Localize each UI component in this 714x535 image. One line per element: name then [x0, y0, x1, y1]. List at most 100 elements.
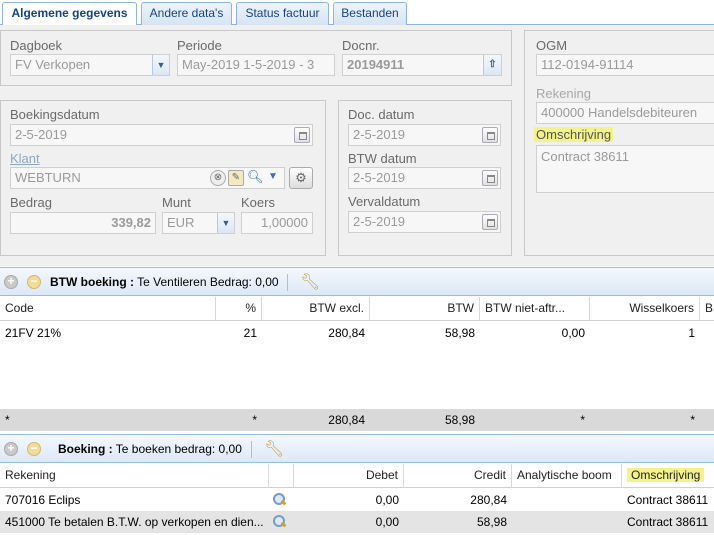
- ogm-value: 112-0194-91114: [541, 57, 634, 72]
- cell-btw-excl: 280,84: [328, 326, 365, 340]
- table-row[interactable]: 707016 Eclips 0,00 280,84 Contract 38611: [0, 489, 714, 511]
- summary-code: *: [5, 413, 10, 427]
- cell-credit: 58,98: [476, 515, 507, 529]
- btw-datum-field[interactable]: 2-5-2019: [348, 167, 501, 189]
- bedrag-field[interactable]: 339,82: [10, 212, 156, 234]
- tab-algemene-gegevens[interactable]: Algemene gegevens: [2, 2, 137, 26]
- cell-analytische-boom: [512, 489, 622, 511]
- vervaldatum-label: Vervaldatum: [348, 194, 421, 209]
- periode-value: May-2019 1-5-2019 - 3: [182, 57, 315, 72]
- edit-icon[interactable]: ✎: [228, 170, 244, 186]
- periode-label: Periode: [177, 38, 222, 53]
- btw-panel-header: + − BTW boeking : Te Ventileren Bedrag: …: [0, 267, 714, 296]
- toolbar-separator: [251, 441, 252, 458]
- dagboek-label: Dagboek: [10, 38, 63, 53]
- boeking-panel-header: + − Boeking : Te boeken bedrag: 0,00 🔧︎: [0, 434, 714, 463]
- cell-rekening: 451000 Te betalen B.T.W. op verkopen en …: [5, 515, 264, 529]
- column-header-wisselkoers[interactable]: Wisselkoers: [590, 297, 700, 321]
- search-icon[interactable]: [272, 492, 286, 506]
- column-header-code[interactable]: Code: [0, 297, 216, 321]
- cell-credit: 280,84: [470, 493, 507, 507]
- plus-icon[interactable]: +: [4, 275, 18, 289]
- cell-rekening: 707016 Eclips: [5, 493, 81, 507]
- summary-percent: *: [252, 413, 257, 427]
- periode-select[interactable]: May-2019 1-5-2019 - 3: [177, 54, 335, 76]
- summary-btw-niet-aftr: *: [580, 413, 585, 427]
- column-header-debet[interactable]: Debet: [294, 464, 404, 488]
- toolbar-separator: [287, 274, 288, 291]
- omschrijving-textarea[interactable]: Contract 38611: [536, 145, 714, 193]
- ogm-label: OGM: [536, 38, 568, 53]
- boekingsdatum-value: 2-5-2019: [15, 127, 68, 142]
- dagboek-select[interactable]: FV Verkopen ▼: [10, 54, 170, 76]
- koers-label: Koers: [241, 195, 275, 210]
- column-header-rekening[interactable]: Rekening: [0, 464, 269, 488]
- rekening-label: Rekening: [536, 86, 591, 101]
- tab-bestanden[interactable]: Bestanden: [333, 2, 407, 25]
- clear-icon[interactable]: ⊗: [210, 170, 226, 186]
- boekingsdatum-label: Boekingsdatum: [10, 107, 100, 122]
- column-header-percent[interactable]: %: [216, 297, 262, 321]
- chevron-down-icon[interactable]: ▼: [217, 213, 234, 233]
- wrench-icon[interactable]: 🔧︎: [264, 439, 284, 459]
- doc-datum-label: Doc. datum: [348, 107, 415, 122]
- plus-icon[interactable]: +: [4, 442, 18, 456]
- minus-icon[interactable]: −: [27, 442, 41, 456]
- calendar-icon[interactable]: [482, 127, 498, 143]
- wrench-icon[interactable]: 🔧︎: [300, 272, 320, 292]
- cell-code: 21FV 21%: [5, 326, 62, 340]
- column-header-omschrijving[interactable]: Omschrijving: [622, 464, 714, 488]
- munt-select[interactable]: EUR ▼: [162, 212, 235, 234]
- koers-value: 1,00000: [261, 215, 308, 230]
- cell-omschrijving: Contract 38611: [627, 493, 709, 507]
- vervaldatum-value: 2-5-2019: [353, 214, 406, 229]
- cell-btw-niet-aftr: 0,00: [561, 326, 585, 340]
- cell-omschrijving: Contract 38611: [627, 515, 709, 529]
- minus-icon[interactable]: −: [27, 275, 41, 289]
- btw-panel-title: BTW boeking : Te Ventileren Bedrag: 0,00: [50, 275, 279, 289]
- summary-row: * * 280,84 58,98 * *: [0, 409, 714, 431]
- docnr-field[interactable]: 20194911 ⇧: [342, 54, 502, 76]
- tab-andere-datas[interactable]: Andere data's: [141, 2, 232, 25]
- btw-datum-value: 2-5-2019: [353, 170, 406, 185]
- vervaldatum-field[interactable]: 2-5-2019: [348, 211, 501, 233]
- omschrijving-label: Omschrijving: [534, 127, 614, 142]
- column-header-btw-niet-aftr[interactable]: BTW niet-aftr...: [480, 297, 590, 321]
- calendar-icon[interactable]: [482, 214, 498, 230]
- cell-btw: 58,98: [444, 326, 475, 340]
- gear-icon[interactable]: ⚙: [289, 167, 313, 189]
- tab-status-factuur[interactable]: Status factuur: [236, 2, 329, 25]
- chevron-down-icon[interactable]: ▼: [265, 170, 281, 186]
- docnr-value: 20194911: [347, 57, 405, 72]
- table-row[interactable]: 451000 Te betalen B.T.W. op verkopen en …: [0, 511, 714, 533]
- klant-link[interactable]: Klant: [10, 151, 40, 166]
- column-header-btw[interactable]: BTW: [370, 297, 480, 321]
- calendar-icon[interactable]: [482, 170, 498, 186]
- column-header-analytische-boom[interactable]: Analytische boom: [512, 464, 622, 488]
- klant-value: WEBTURN: [15, 170, 81, 185]
- column-header-btw-excl[interactable]: BTW excl.: [262, 297, 370, 321]
- table-row[interactable]: 21FV 21% 21 280,84 58,98 0,00 1: [0, 322, 714, 344]
- rekening-field[interactable]: 400000 Handelsdebiteuren: [536, 102, 714, 124]
- koers-field[interactable]: 1,00000: [241, 212, 313, 234]
- bedrag-value: 339,82: [111, 215, 151, 230]
- boekingsdatum-field[interactable]: 2-5-2019: [10, 124, 313, 146]
- boeking-grid-header: Rekening Debet Credit Analytische boom O…: [0, 464, 714, 488]
- summary-wisselkoers: *: [690, 413, 695, 427]
- calendar-icon[interactable]: [294, 127, 310, 143]
- munt-label: Munt: [162, 195, 191, 210]
- column-header-lookup: [269, 464, 294, 488]
- search-icon[interactable]: [272, 514, 286, 528]
- search-icon[interactable]: 🔍︎: [247, 170, 264, 186]
- summary-btw: 58,98: [444, 413, 475, 427]
- column-header-credit[interactable]: Credit: [404, 464, 512, 488]
- tab-bar: Algemene gegevens Andere data's Status f…: [0, 0, 714, 26]
- upload-icon[interactable]: ⇧: [483, 55, 501, 75]
- cell-wisselkoers: 1: [688, 326, 695, 340]
- column-header-b[interactable]: B: [700, 297, 714, 321]
- chevron-down-icon[interactable]: ▼: [152, 55, 169, 75]
- doc-datum-field[interactable]: 2-5-2019: [348, 124, 501, 146]
- munt-value: EUR: [167, 215, 195, 230]
- rekening-value: 400000 Handelsdebiteuren: [541, 105, 698, 120]
- ogm-field[interactable]: 112-0194-91114: [536, 54, 714, 76]
